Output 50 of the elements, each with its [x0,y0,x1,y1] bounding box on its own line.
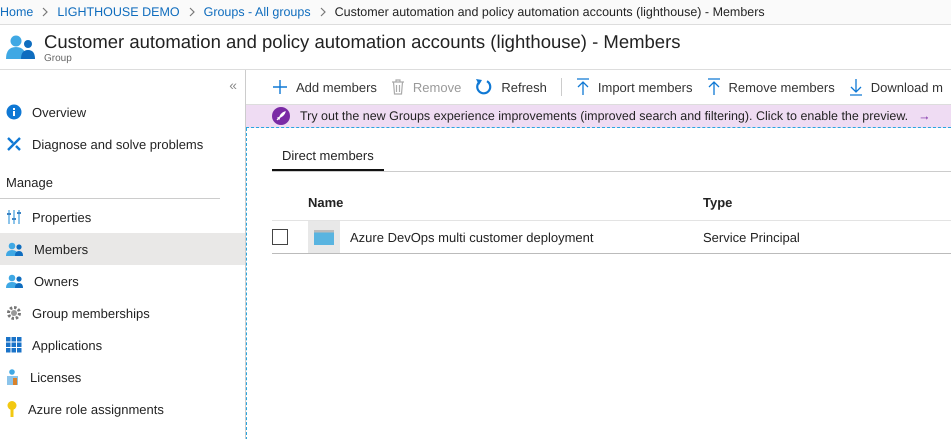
arrow-icon: → [918,109,931,123]
toolbar-button[interactable]: Add members [272,79,377,95]
upload-icon [706,78,721,96]
people-icon [6,34,36,60]
sliders-icon [6,209,22,225]
breadcrumb-link[interactable]: Home [0,5,34,19]
toolbar-button[interactable]: Download m [848,78,943,96]
toolbar-button[interactable]: Import members [576,78,693,96]
column-header: Name [308,194,344,210]
key-icon [6,401,18,417]
preview-banner[interactable]: Try out the new Groups experience improvements (improved search and filtering). Click to enable the preview. → [246,105,951,128]
upload-icon [576,78,590,96]
sidebar-item[interactable]: Overview [0,96,245,128]
page-title: Customer automation and policy automation accounts (lighthouse) - Members [44,30,681,52]
column-header: Type [703,194,732,210]
row-checkbox[interactable] [272,229,288,245]
info-icon [6,104,22,120]
banner-text: Try out the new Groups experience improvements (improved search and filtering). Click to enable the preview. [300,109,908,123]
sidebar-item[interactable]: Azure role assignments [0,393,245,425]
chevron-icon [188,7,196,17]
sidebar-item[interactable]: Applications [0,329,245,361]
sidebar-item[interactable]: Group memberships [0,297,245,329]
gear-icon [6,305,22,321]
chevron-icon [318,7,327,17]
toolbar-button[interactable]: Refresh [475,78,547,96]
sidebar-item[interactable]: Licenses [0,361,245,393]
table-cell: Service Principal [703,230,800,244]
people-icon [6,242,24,256]
sidebar-item[interactable]: Members [0,233,245,265]
breadcrumb-current: Customer automation and policy automation accounts (lighthouse) - Members [334,5,765,19]
toolbar-button[interactable]: Remove members [706,78,835,96]
table-cell: Azure DevOps multi customer deployment [350,230,594,244]
sidebar-item[interactable]: Diagnose and solve problems [0,128,245,160]
collapse-button[interactable]: « [229,74,237,96]
plus-icon [272,79,288,95]
tab[interactable]: Direct members [272,140,384,171]
sidebar-item[interactable]: Properties [0,201,245,233]
page-subtitle: Group [44,52,73,64]
person-badge-icon [6,369,20,385]
breadcrumb-link[interactable]: LIGHTHOUSE DEMO [57,5,180,19]
section-heading: Manage [0,160,220,199]
grid-icon [6,337,22,353]
breadcrumb-link[interactable]: Groups - All groups [204,5,311,19]
trash-icon [390,79,405,95]
refresh-icon [475,78,494,96]
sidebar-item[interactable]: Owners [0,265,245,297]
people-icon [6,274,24,288]
download-icon [848,78,863,96]
rocket-icon [272,107,290,125]
chevron-icon [41,7,50,17]
